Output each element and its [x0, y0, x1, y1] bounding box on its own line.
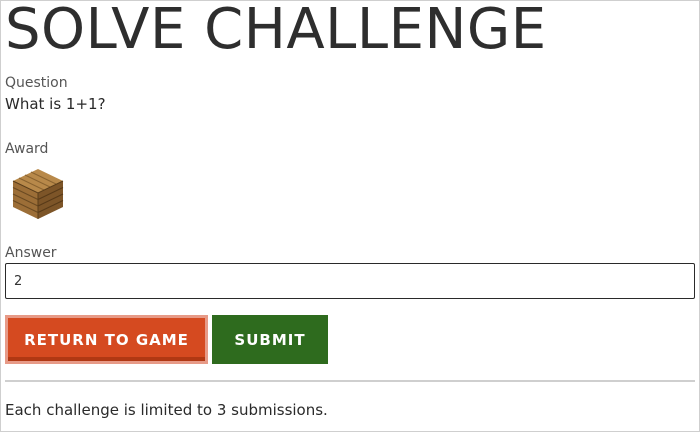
award-label: Award: [5, 141, 49, 157]
submission-limit-note: Each challenge is limited to 3 submissio…: [5, 401, 328, 419]
wood-planks-block-icon-graphic: [12, 169, 64, 219]
wood-planks-block-icon: [11, 167, 65, 221]
solve-challenge-page: SOLVE CHALLENGE Question What is 1+1? Aw…: [1, 2, 699, 420]
return-to-game-button[interactable]: RETURN TO GAME: [5, 315, 208, 364]
divider: [5, 380, 695, 382]
question-label: Question: [5, 75, 68, 91]
answer-label: Answer: [5, 245, 57, 261]
question-text: What is 1+1?: [5, 95, 106, 113]
button-row: RETURN TO GAME SUBMIT: [5, 315, 695, 364]
submit-button[interactable]: SUBMIT: [212, 315, 328, 364]
page-title: SOLVE CHALLENGE: [5, 0, 547, 62]
answer-input[interactable]: [5, 263, 695, 299]
